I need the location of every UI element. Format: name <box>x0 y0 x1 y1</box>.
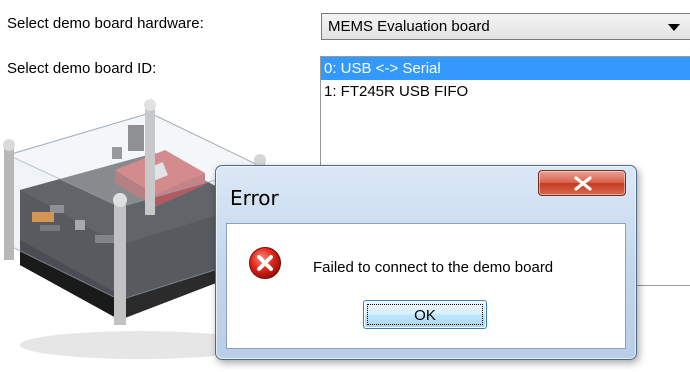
hardware-label: Select demo board hardware: <box>7 15 204 32</box>
dialog-message: Failed to connect to the demo board <box>313 259 554 276</box>
hardware-dropdown[interactable]: MEMS Evaluation board <box>321 13 690 40</box>
dialog-title: Error <box>230 186 279 210</box>
error-icon <box>249 247 281 279</box>
ok-button-label: OK <box>367 304 483 325</box>
list-item[interactable]: 0: USB <-> Serial <box>321 57 690 80</box>
close-icon <box>574 176 592 191</box>
dialog-body: Failed to connect to the demo board OK <box>226 223 626 349</box>
error-dialog: Error Failed to connect to the demo boar… <box>215 165 637 360</box>
list-item[interactable]: 1: FT245R USB FIFO <box>321 80 690 103</box>
ok-button[interactable]: OK <box>363 300 487 329</box>
board-id-label: Select demo board ID: <box>7 60 157 77</box>
close-button[interactable] <box>538 170 626 196</box>
hardware-selected-value: MEMS Evaluation board <box>328 18 490 35</box>
dropdown-arrow-icon[interactable] <box>668 24 680 31</box>
